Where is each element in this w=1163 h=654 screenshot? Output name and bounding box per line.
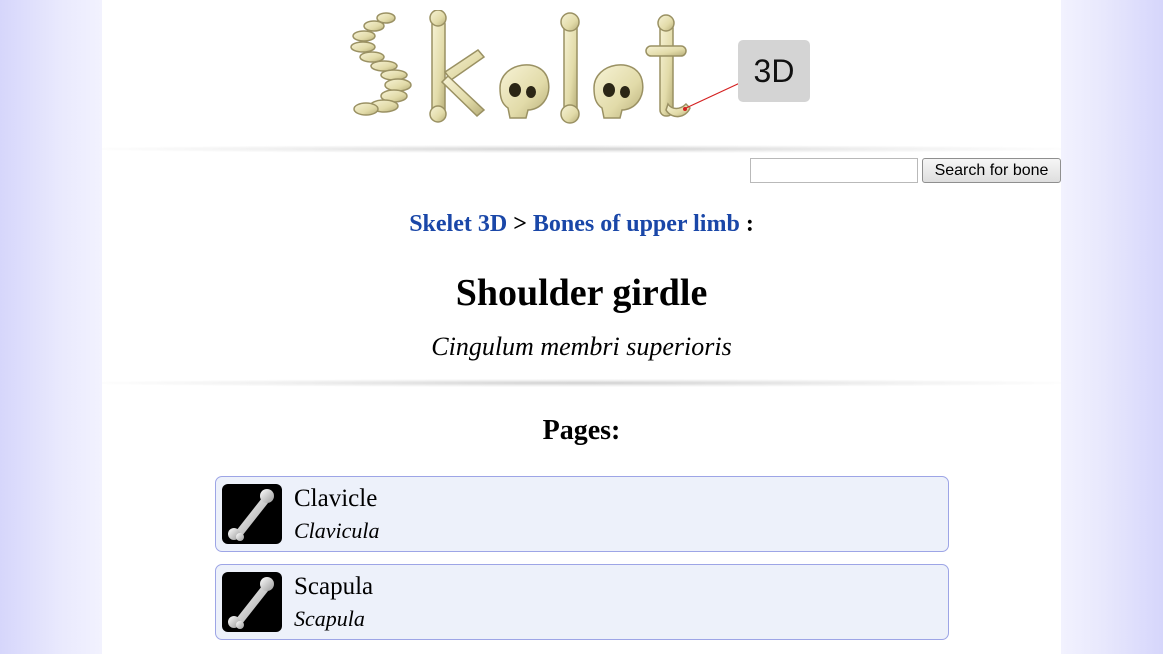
site-header: 3D [102, 0, 1061, 148]
breadcrumb-trailing-colon: : [745, 211, 754, 237]
header-divider [102, 145, 1061, 153]
page-card-scapula[interactable]: Scapula Scapula [215, 564, 949, 640]
content-divider [102, 379, 1061, 387]
page-card-latin-name: Clavicula [294, 518, 380, 543]
page-latin-title: Cingulum membri superioris [431, 332, 732, 361]
search-for-bone-button[interactable]: Search for bone [922, 158, 1061, 183]
bone-search-input[interactable] [750, 158, 918, 183]
page-content: 3D Search for bone Skelet 3D > Bones of … [102, 0, 1061, 654]
page-card-latin-name: Scapula [294, 606, 365, 631]
page-title: Shoulder girdle [455, 272, 708, 314]
breadcrumb-link-bones-of-upper-limb[interactable]: Bones of upper limb [533, 211, 740, 237]
bone-thumbnail-icon [222, 572, 282, 632]
page-card-name: Clavicle [294, 485, 378, 512]
breadcrumb-separator: > [513, 211, 527, 237]
bone-thumbnail-icon [222, 484, 282, 544]
breadcrumb: Skelet 3D > Bones of upper limb : [102, 208, 1061, 240]
pages-heading: Pages: [542, 415, 621, 446]
page-card-name: Scapula [294, 573, 374, 600]
page-card-clavicle[interactable]: Clavicle Clavicula [215, 476, 949, 552]
logo-3d-badge: 3D [738, 40, 810, 102]
breadcrumb-link-skelet-3d[interactable]: Skelet 3D [409, 211, 507, 237]
